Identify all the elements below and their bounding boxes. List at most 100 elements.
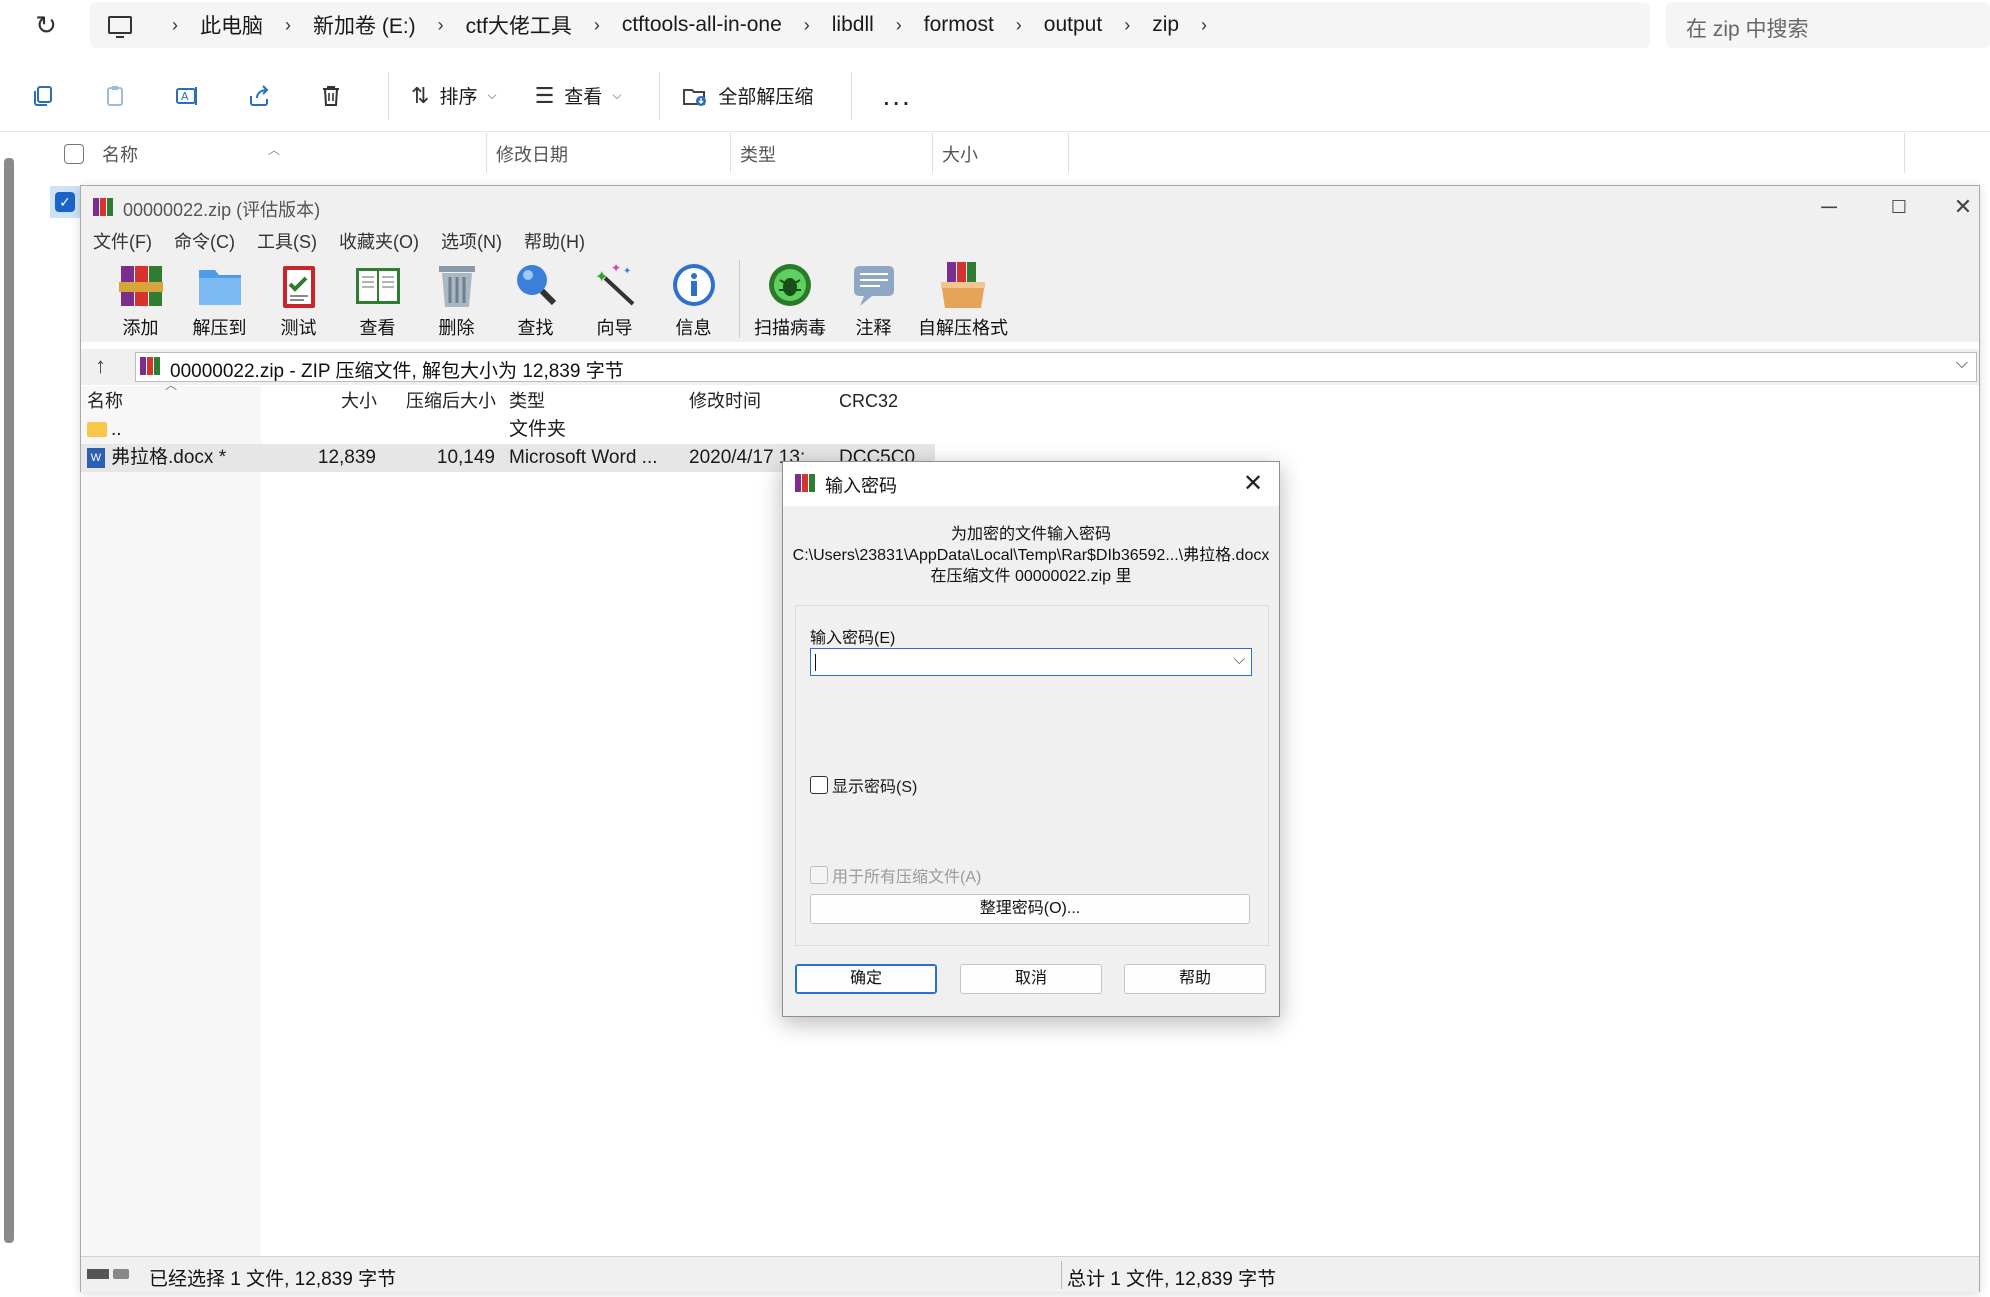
toolbar-add-button[interactable]: 添加	[101, 256, 180, 342]
column-divider[interactable]	[486, 133, 487, 173]
column-divider[interactable]	[1068, 133, 1069, 173]
extract-all-button[interactable]: 全部解压缩	[682, 82, 813, 109]
add-archive-icon	[118, 266, 163, 306]
column-modified[interactable]: 修改日期	[496, 141, 568, 167]
show-password-checkbox[interactable]	[810, 776, 828, 794]
chevron-right-icon[interactable]: ›	[896, 15, 902, 36]
rename-icon[interactable]: A	[172, 81, 202, 111]
explorer-scrollbar[interactable]	[4, 158, 14, 1243]
toolbar-wizard-button[interactable]: ✦ ✦ ✦ 向导	[575, 256, 654, 342]
chevron-right-icon[interactable]: ›	[438, 15, 444, 36]
breadcrumb-item[interactable]: 新加卷 (E:)	[313, 10, 416, 40]
magnifier-icon	[516, 265, 556, 306]
path-combobox[interactable]: 00000022.zip - ZIP 压缩文件, 解包大小为 12,839 字节…	[135, 352, 1977, 382]
item-type: Microsoft Word ...	[509, 447, 658, 468]
column-divider[interactable]	[730, 133, 731, 173]
ok-button[interactable]: 确定	[795, 964, 937, 994]
breadcrumb-item[interactable]: ctf大佬工具	[466, 10, 572, 40]
chevron-right-icon[interactable]: ›	[1124, 15, 1130, 36]
dialog-titlebar[interactable]: 输入密码 ✕	[783, 462, 1279, 506]
refresh-icon[interactable]: ↻	[28, 12, 64, 40]
breadcrumb-item[interactable]: libdll	[832, 13, 874, 37]
chevron-right-icon[interactable]: ›	[594, 15, 600, 36]
chevron-right-icon[interactable]: ›	[172, 15, 178, 36]
column-type[interactable]: 类型	[740, 141, 776, 167]
view-button[interactable]: ☰ 查看 ⌵	[535, 82, 622, 109]
delete-icon[interactable]	[316, 81, 346, 111]
organize-passwords-button[interactable]: 整理密码(O)...	[810, 894, 1250, 924]
toolbar-scan-button[interactable]: 扫描病毒	[746, 256, 834, 342]
chevron-right-icon[interactable]: ›	[804, 15, 810, 36]
chevron-right-icon[interactable]: ›	[1016, 15, 1022, 36]
more-options-icon[interactable]: ...	[882, 80, 911, 112]
chevron-down-icon[interactable]: ⌵	[1956, 355, 1968, 373]
up-folder-icon[interactable]: ↑	[95, 353, 106, 379]
list-header-size[interactable]: 大小	[341, 386, 377, 416]
menu-favorites[interactable]: 收藏夹(O)	[339, 228, 419, 256]
search-input[interactable]: 在 zip 中搜索	[1666, 2, 1990, 48]
list-header-packed[interactable]: 压缩后大小	[406, 386, 496, 416]
list-header-crc[interactable]: CRC32	[839, 386, 898, 416]
toolbar-view-button[interactable]: 查看	[338, 256, 417, 342]
minimize-icon[interactable]: ─	[1805, 190, 1853, 224]
list-item-parent[interactable]: .. 文件夹	[81, 416, 935, 444]
toolbar-comment-button[interactable]: 注释	[834, 256, 913, 342]
list-header-type[interactable]: 类型	[509, 386, 545, 416]
select-all-checkbox[interactable]	[64, 144, 84, 164]
close-icon[interactable]: ✕	[1939, 190, 1987, 224]
show-password-option[interactable]: 显示密码(S)	[810, 773, 917, 797]
copy-icon[interactable]	[28, 81, 58, 111]
explorer-column-header: ︿ 名称 修改日期 类型 大小	[0, 133, 1990, 173]
svg-text:✦: ✦	[611, 261, 621, 275]
toolbar-label: 查看	[359, 318, 396, 338]
drive-icon	[87, 1269, 129, 1279]
menu-tools[interactable]: 工具(S)	[257, 228, 317, 256]
menu-file[interactable]: 文件(F)	[93, 228, 152, 256]
toolbar-info-button[interactable]: 信息	[654, 256, 733, 342]
sort-button[interactable]: ⇅ 排序 ⌵	[411, 82, 497, 109]
breadcrumb[interactable]: › 此电脑 › 新加卷 (E:) › ctf大佬工具 › ctftools-al…	[90, 2, 1650, 48]
chevron-down-icon: ⌵	[612, 88, 622, 102]
column-name[interactable]: 名称	[102, 141, 138, 167]
breadcrumb-item[interactable]: 此电脑	[200, 10, 263, 40]
close-icon[interactable]: ✕	[1233, 466, 1273, 502]
breadcrumb-item[interactable]: ctftools-all-in-one	[622, 13, 782, 37]
toolbar-extract-button[interactable]: 解压到	[180, 256, 259, 342]
toolbar-sfx-button[interactable]: 自解压格式	[913, 256, 1013, 342]
toolbar-test-button[interactable]: 测试	[259, 256, 338, 342]
help-button[interactable]: 帮助	[1124, 964, 1266, 994]
row-checkbox[interactable]: ✓	[55, 192, 75, 212]
column-size[interactable]: 大小	[942, 141, 978, 167]
use-for-all-label: 用于所有压缩文件(A)	[832, 869, 982, 886]
chevron-down-icon[interactable]: ⌵	[1234, 651, 1245, 668]
password-input[interactable]: ⌵	[810, 648, 1252, 676]
toolbar-find-button[interactable]: 查找	[496, 256, 575, 342]
list-header-modified[interactable]: 修改时间	[689, 386, 761, 416]
word-doc-icon: W	[87, 448, 105, 468]
winrar-logo-icon	[795, 474, 815, 492]
sort-label: 排序	[439, 87, 478, 108]
column-divider[interactable]	[1904, 133, 1905, 173]
breadcrumb-item[interactable]: output	[1044, 13, 1102, 37]
winrar-logo-icon	[140, 357, 160, 375]
menu-bar: 文件(F) 命令(C) 工具(S) 收藏夹(O) 选项(N) 帮助(H)	[81, 228, 1979, 256]
breadcrumb-item[interactable]: formost	[924, 13, 994, 37]
menu-options[interactable]: 选项(N)	[441, 228, 502, 256]
menu-commands[interactable]: 命令(C)	[174, 228, 235, 256]
menu-help[interactable]: 帮助(H)	[524, 228, 585, 256]
toolbar-delete-button[interactable]: 删除	[417, 256, 496, 342]
toolbar-label: 删除	[438, 318, 475, 338]
password-label: 输入密码(E)	[810, 630, 896, 647]
chevron-right-icon[interactable]: ›	[285, 15, 291, 36]
wizard-wand-icon: ✦✦ ✦	[595, 261, 634, 306]
folder-icon	[87, 422, 107, 437]
share-icon[interactable]	[244, 81, 274, 111]
paste-icon[interactable]	[100, 81, 130, 111]
winrar-titlebar[interactable]: 00000022.zip (评估版本) ─ ☐ ✕	[81, 186, 1979, 228]
list-header-name[interactable]: 名称	[87, 386, 123, 416]
column-divider[interactable]	[932, 133, 933, 173]
cancel-button[interactable]: 取消	[960, 964, 1102, 994]
chevron-right-icon[interactable]: ›	[1201, 15, 1207, 36]
maximize-icon[interactable]: ☐	[1875, 190, 1923, 224]
breadcrumb-item[interactable]: zip	[1152, 13, 1179, 37]
